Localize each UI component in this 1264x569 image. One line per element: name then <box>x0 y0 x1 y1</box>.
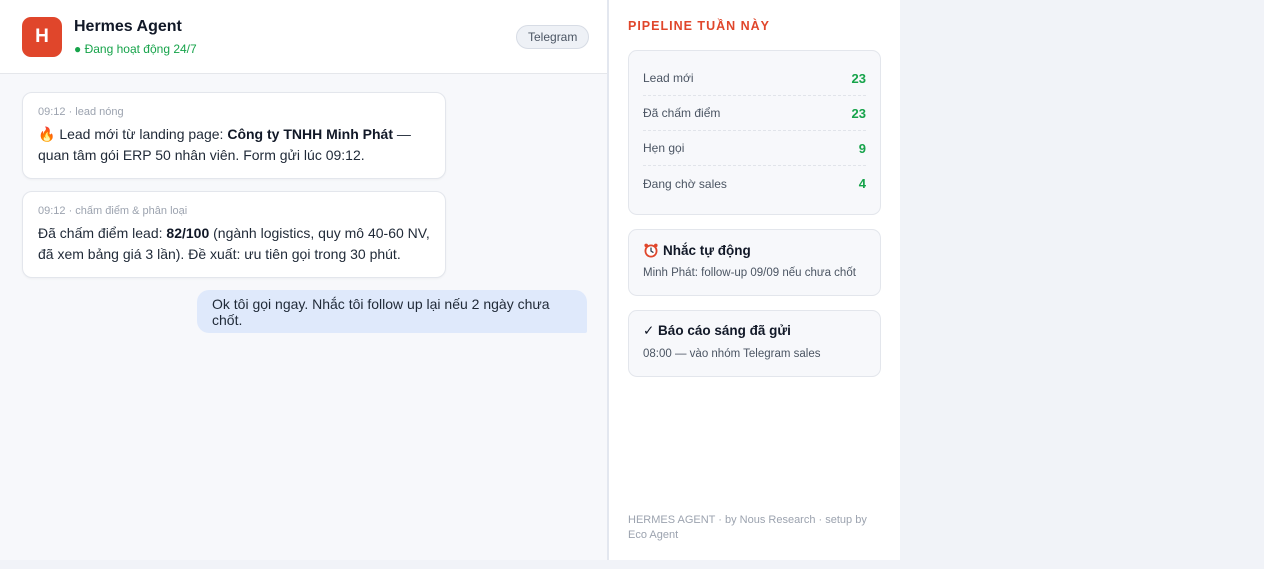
pipeline-label: Đã chấm điểm <box>643 106 721 120</box>
pipeline-row: Đã chấm điểm 23 <box>643 96 866 131</box>
message-meta: 09:12 · lead nóng <box>38 106 124 118</box>
pipeline-label: Đang chờ sales <box>643 176 727 191</box>
message-text-bold: Công ty TNHH Minh Phát <box>227 126 393 142</box>
pipeline-label: Hẹn gọi <box>643 141 685 155</box>
sidebar-footer: HERMES AGENT · by Nous Research · setup … <box>628 514 867 541</box>
message-text: Đã chấm điểm lead: 82/100 (ngành logisti… <box>38 223 430 265</box>
agent-status: ● Đang hoạt động 24/7 <box>74 42 197 56</box>
pipeline-value: 4 <box>858 176 866 191</box>
chat-panel: H Hermes Agent ● Đang hoạt động 24/7 Tel… <box>0 0 609 560</box>
agent-message: 09:12 · chấm điểm & phân loại Đã chấm đi… <box>22 191 446 278</box>
message-meta: 09:12 · chấm điểm & phân loại <box>38 205 188 217</box>
pipeline-sidebar: PIPELINE TUẦN NÀY Lead mới 23 Đã chấm đi… <box>609 0 900 560</box>
chat-header: H Hermes Agent ● Đang hoạt động 24/7 Tel… <box>0 0 607 74</box>
alarm-clock-icon <box>644 243 658 258</box>
message-text-bold: 82/100 <box>166 225 210 241</box>
user-message: Ok tôi gọi ngay. Nhắc tôi follow up lại … <box>197 290 587 333</box>
pipeline-row: Đang chờ sales 4 <box>643 166 866 201</box>
reminder-desc: Minh Phát: follow-up 09/09 nếu chưa chốt <box>643 267 856 279</box>
app-window: H Hermes Agent ● Đang hoạt động 24/7 Tel… <box>0 0 900 560</box>
message-text-prefix: Đã chấm điểm lead: <box>38 225 167 241</box>
message-text-prefix: 🔥 Lead mới từ landing page: <box>38 126 228 142</box>
pipeline-row: Lead mới 23 <box>643 61 866 96</box>
message-text: 🔥 Lead mới từ landing page: Công ty TNHH… <box>38 124 430 166</box>
sidebar-title: PIPELINE TUẦN NÀY <box>628 19 771 33</box>
pipeline-value: 23 <box>851 70 866 86</box>
report-desc: 08:00 — vào nhóm Telegram sales <box>643 348 821 360</box>
channel-badge[interactable]: Telegram <box>516 25 590 49</box>
reminder-card[interactable]: Nhắc tự động Minh Phát: follow-up 09/09 … <box>628 229 881 296</box>
reminder-title: Nhắc tự động <box>663 242 751 258</box>
pipeline-value: 23 <box>851 105 866 121</box>
pipeline-card: Lead mới 23 Đã chấm điểm 23 Hẹn gọi 9 Đa… <box>628 50 881 215</box>
pipeline-row: Hẹn gọi 9 <box>643 131 866 166</box>
pipeline-value: 9 <box>858 140 866 156</box>
agent-name: Hermes Agent <box>74 18 182 35</box>
agent-message: 09:12 · lead nóng 🔥 Lead mới từ landing … <box>22 92 446 179</box>
report-card[interactable]: ✓ Báo cáo sáng đã gửi 08:00 — vào nhóm T… <box>628 310 881 377</box>
report-title: ✓ Báo cáo sáng đã gửi <box>643 323 791 338</box>
agent-avatar: H <box>22 17 62 57</box>
reminder-title-row: Nhắc tự động <box>643 242 866 258</box>
pipeline-label: Lead mới <box>643 71 694 85</box>
